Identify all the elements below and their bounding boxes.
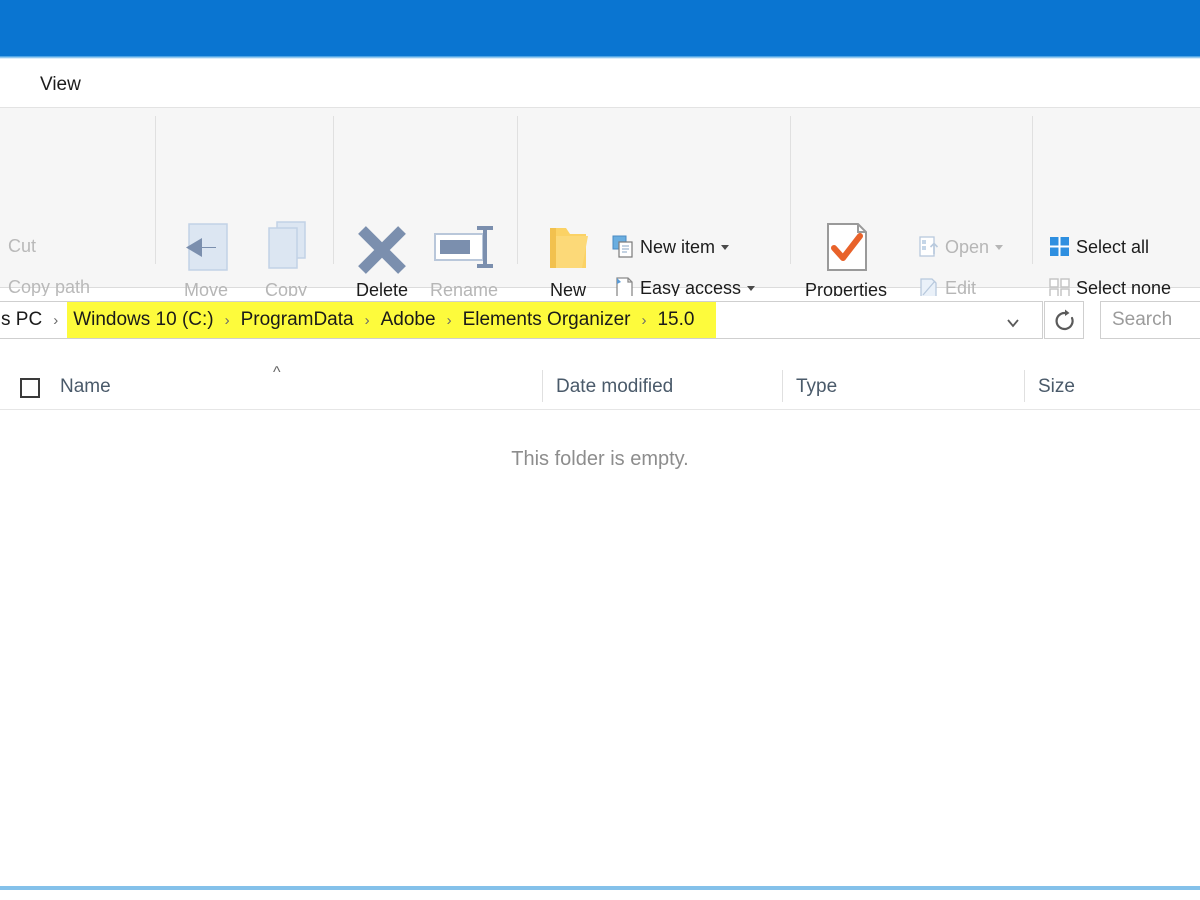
- breadcrumb-separator: ›: [641, 311, 647, 329]
- ribbon-select-all-label: Select all: [1076, 236, 1150, 257]
- ribbon-cut-button[interactable]: Cut: [8, 236, 36, 257]
- group-separator: [790, 116, 791, 264]
- breadcrumb-separator: ›: [364, 311, 370, 329]
- column-divider[interactable]: [782, 370, 783, 402]
- ribbon-select-all-button[interactable]: Select all: [1046, 230, 1149, 264]
- file-list-column-headers: ^ Name Date modified Type Size: [0, 364, 1200, 410]
- breadcrumb-item-windows-10-c[interactable]: Windows 10 (C:): [67, 309, 215, 331]
- status-bar: [0, 890, 1200, 900]
- window-title-bar[interactable]: [0, 0, 1200, 56]
- ribbon-new-item-button[interactable]: New item: [610, 230, 730, 264]
- breadcrumb-highlight: Windows 10 (C:) › ProgramData › Adobe › …: [67, 302, 717, 338]
- column-header-size[interactable]: Size: [1038, 376, 1075, 398]
- search-input[interactable]: Search: [1100, 301, 1200, 339]
- address-bar[interactable]: s PC › Windows 10 (C:) › ProgramData › A…: [0, 301, 1043, 339]
- chevron-down-icon: [747, 285, 756, 291]
- breadcrumb-item-15-0[interactable]: 15.0: [655, 309, 716, 331]
- select-all-checkbox[interactable]: [20, 378, 40, 398]
- ribbon-new-item-label: New item: [640, 236, 716, 257]
- file-list[interactable]: This folder is empty.: [0, 410, 1200, 888]
- move-to-icon: [160, 218, 252, 280]
- select-all-icon: [1046, 234, 1076, 260]
- refresh-button[interactable]: [1044, 301, 1084, 339]
- column-header-type[interactable]: Type: [796, 376, 837, 398]
- empty-folder-message: This folder is empty.: [511, 448, 689, 470]
- open-icon: [915, 234, 945, 260]
- breadcrumb-item-this-pc[interactable]: s PC: [0, 309, 44, 331]
- group-separator: [155, 116, 156, 264]
- copy-to-icon: [240, 218, 332, 280]
- ribbon: Cut Copy path Paste shortcut Move to Cop…: [0, 108, 1200, 385]
- group-separator: [517, 116, 518, 264]
- search-placeholder: Search: [1112, 309, 1173, 330]
- column-header-date-modified[interactable]: Date modified: [556, 376, 673, 398]
- properties-icon: [800, 218, 892, 280]
- chevron-down-icon: [721, 244, 730, 250]
- group-separator: [1032, 116, 1033, 264]
- breadcrumb-item-adobe[interactable]: Adobe: [379, 309, 438, 331]
- group-separator: [333, 116, 334, 264]
- ribbon-rename-button[interactable]: Rename: [418, 218, 510, 301]
- breadcrumb-separator: ›: [446, 311, 452, 329]
- breadcrumb-item-programdata[interactable]: ProgramData: [239, 309, 356, 331]
- chevron-down-icon: [995, 244, 1004, 250]
- ribbon-open-button[interactable]: Open: [915, 230, 1004, 264]
- column-header-name[interactable]: Name: [60, 376, 111, 398]
- breadcrumb: s PC › Windows 10 (C:) › ProgramData › A…: [0, 302, 717, 338]
- new-folder-icon: [522, 218, 614, 280]
- breadcrumb-item-elements-organizer[interactable]: Elements Organizer: [461, 309, 633, 331]
- column-divider[interactable]: [1024, 370, 1025, 402]
- column-divider[interactable]: [542, 370, 543, 402]
- delete-icon: [336, 218, 428, 280]
- address-bar-row: s PC › Windows 10 (C:) › ProgramData › A…: [0, 296, 1200, 344]
- rename-icon: [418, 218, 510, 280]
- chevron-down-icon[interactable]: [1004, 314, 1022, 332]
- ribbon-copy-path-button[interactable]: Copy path: [8, 277, 90, 298]
- breadcrumb-separator: ›: [53, 311, 59, 329]
- new-item-icon: [610, 234, 640, 260]
- sort-ascending-icon: ^: [273, 364, 281, 381]
- breadcrumb-separator: ›: [224, 311, 230, 329]
- tab-view[interactable]: View: [30, 71, 91, 99]
- ribbon-tab-strip: View: [0, 59, 1200, 108]
- ribbon-open-label: Open: [945, 236, 990, 257]
